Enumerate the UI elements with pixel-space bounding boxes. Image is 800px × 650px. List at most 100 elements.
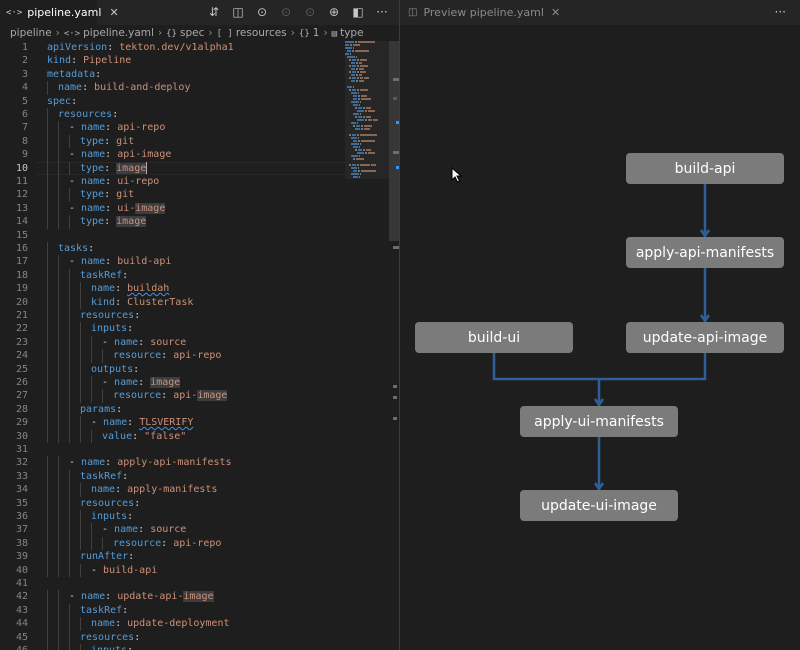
yaml-key: taskRef: [80, 269, 123, 281]
yaml-punctuation: :: [95, 68, 102, 80]
code-line[interactable]: 35 resources:: [0, 496, 345, 510]
code-line[interactable]: 42 - name: update-api-image: [0, 590, 345, 604]
code-line[interactable]: 9 - name: api-image: [0, 148, 345, 162]
code-line[interactable]: 15: [0, 229, 345, 242]
yaml-key: name: [81, 591, 106, 603]
yaml-key: apiVersion: [47, 42, 108, 53]
code-editor[interactable]: 1 apiVersion: tekton.dev/v1alpha1 2 kind: P…: [0, 41, 345, 650]
code-line[interactable]: 46 inputs:: [0, 644, 345, 650]
breadcrumb-item[interactable]: <·> pipeline.yaml: [64, 27, 154, 39]
code-line[interactable]: 44 name: update-deployment: [0, 617, 345, 631]
go-back-change-icon[interactable]: ⊙: [250, 0, 274, 25]
indent-guide: [69, 161, 70, 175]
code-line[interactable]: 22 inputs:: [0, 322, 345, 336]
line-number: 32: [15, 457, 28, 469]
node-update-api-image[interactable]: update-api-image: [626, 322, 784, 353]
close-icon[interactable]: ✕: [109, 6, 118, 19]
code-line[interactable]: 16 tasks:: [0, 242, 345, 256]
pipeline-preview-icon[interactable]: ⊕: [322, 0, 346, 25]
code-line[interactable]: 45 resources:: [0, 630, 345, 644]
code-line[interactable]: 32 - name: apply-api-manifests: [0, 456, 345, 470]
code-line[interactable]: 2 kind: Pipeline: [0, 54, 345, 67]
node-build-api[interactable]: build-api: [626, 153, 784, 184]
code-line[interactable]: 25 outputs:: [0, 362, 345, 376]
code-line[interactable]: 14 type: image: [0, 215, 345, 229]
minimap[interactable]: [345, 41, 389, 650]
code-line[interactable]: 33 taskRef:: [0, 469, 345, 484]
yaml-key: name: [81, 176, 106, 187]
code-line[interactable]: 6 resources:: [0, 108, 345, 122]
code-text: metadata:: [47, 68, 101, 81]
minimap-viewport[interactable]: [345, 41, 389, 179]
breadcrumb-item[interactable]: pipeline: [10, 27, 52, 39]
code-line[interactable]: 18 taskRef:: [0, 268, 345, 283]
indent-guide: [69, 309, 70, 323]
code-line[interactable]: 23 - name: source: [0, 335, 345, 350]
yaml-value: image: [116, 216, 147, 228]
code-line[interactable]: 4 name: build-and-deploy: [0, 81, 345, 95]
code-line[interactable]: 19 name: buildah: [0, 282, 345, 296]
code-line[interactable]: 28 params:: [0, 402, 345, 417]
code-line[interactable]: 13 - name: ui-image: [0, 201, 345, 216]
yaml-value: TLSVERIFY: [139, 417, 194, 429]
code-text: type: git: [80, 188, 134, 201]
indent-guide: [80, 335, 81, 350]
breadcrumb-item[interactable]: {} 1: [299, 27, 320, 39]
code-line[interactable]: 36 inputs:: [0, 510, 345, 524]
breadcrumb-item[interactable]: {} spec: [166, 27, 204, 39]
breadcrumb-item[interactable]: [ ] resources: [217, 27, 287, 39]
split-editor-icon[interactable]: ◧: [346, 0, 370, 25]
tab-pipeline-yaml[interactable]: <·> pipeline.yaml ✕: [0, 0, 119, 25]
previous-change-icon[interactable]: ⊙: [274, 0, 298, 25]
code-line[interactable]: 39 runAfter:: [0, 550, 345, 564]
code-text: apiVersion: tekton.dev/v1alpha1: [47, 41, 234, 54]
code-line[interactable]: 1 apiVersion: tekton.dev/v1alpha1: [0, 41, 345, 54]
code-line[interactable]: 43 taskRef:: [0, 603, 345, 618]
code-line[interactable]: 40 - build-api: [0, 563, 345, 577]
code-line[interactable]: 5 spec:: [0, 95, 345, 108]
line-number: 21: [15, 310, 28, 321]
open-preview-side-icon[interactable]: ◫: [226, 0, 250, 25]
scrollbar-thumb[interactable]: [389, 41, 399, 241]
more-actions-icon[interactable]: ···: [370, 0, 394, 25]
next-change-icon[interactable]: ⊙: [298, 0, 322, 25]
indent-guide: [69, 416, 70, 430]
node-update-ui-image[interactable]: update-ui-image: [520, 490, 678, 521]
code-line[interactable]: 24 resource: api-repo: [0, 349, 345, 363]
code-line[interactable]: 17 - name: build-api: [0, 255, 345, 269]
node-apply-ui-manifests[interactable]: apply-ui-manifests: [520, 406, 678, 437]
code-line[interactable]: 27 resource: api-image: [0, 389, 345, 403]
yaml-punctuation: :: [82, 82, 95, 94]
indent-guide: [47, 536, 48, 551]
code-line[interactable]: 41: [0, 577, 345, 590]
code-line[interactable]: 11 - name: ui-repo: [0, 175, 345, 189]
code-line[interactable]: 20 kind: ClusterTask: [0, 295, 345, 309]
breadcrumb-separator-icon: ›: [323, 27, 328, 39]
indent-guide: [47, 201, 48, 216]
indent-guide: [80, 295, 81, 309]
code-line[interactable]: 3 metadata:: [0, 68, 345, 81]
code-line[interactable]: 29 - name: TLSVERIFY: [0, 416, 345, 430]
code-line[interactable]: 31: [0, 443, 345, 456]
open-changes-icon[interactable]: ⇵: [202, 0, 226, 25]
node-build-ui[interactable]: build-ui: [415, 322, 573, 353]
code-line[interactable]: 21 resources:: [0, 309, 345, 323]
breadcrumb-separator-icon: ›: [208, 27, 213, 39]
code-line[interactable]: 8 type: git: [0, 134, 345, 149]
code-line[interactable]: 38 resource: api-repo: [0, 536, 345, 551]
code-line[interactable]: 10 type: image: [0, 161, 345, 175]
indent-guide: [47, 376, 48, 390]
node-apply-api-manifests[interactable]: apply-api-manifests: [626, 237, 784, 268]
code-line[interactable]: 12 type: git: [0, 188, 345, 202]
code-line[interactable]: 30 value: "false": [0, 429, 345, 443]
code-line[interactable]: 37 - name: source: [0, 523, 345, 537]
indent-guide: [47, 322, 48, 336]
indent-guide: [47, 469, 48, 484]
breadcrumb-item[interactable]: ▤ type: [332, 27, 364, 39]
yaml-punctuation: :: [104, 189, 117, 201]
code-line[interactable]: 7 - name: api-repo: [0, 121, 345, 135]
code-line[interactable]: 26 - name: image: [0, 376, 345, 390]
code-line[interactable]: 34 name: apply-manifests: [0, 483, 345, 497]
indent-guide: [47, 335, 48, 350]
line-number: 8: [21, 135, 28, 147]
